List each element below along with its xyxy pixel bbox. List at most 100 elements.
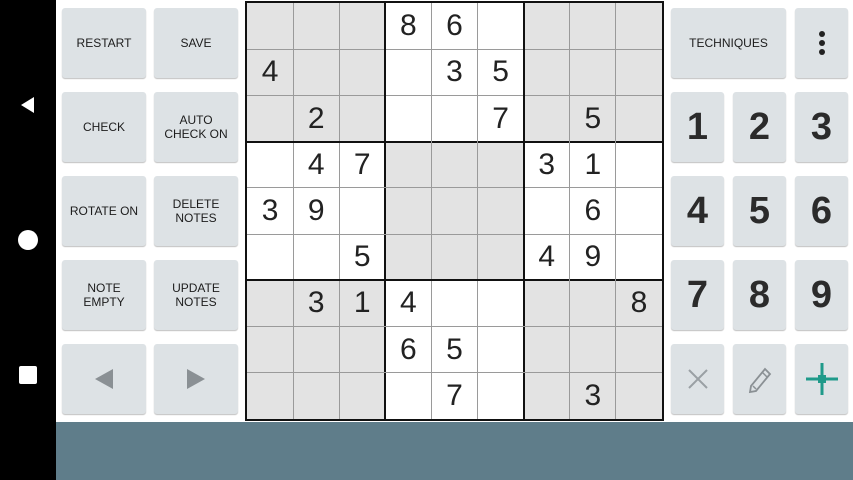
menu-button[interactable]: [795, 8, 848, 78]
sudoku-cell[interactable]: [385, 141, 432, 188]
sudoku-cell[interactable]: [615, 141, 662, 188]
number-button-9[interactable]: 9: [795, 260, 848, 330]
sudoku-cell[interactable]: [523, 280, 570, 327]
sudoku-cell[interactable]: [615, 49, 662, 96]
sudoku-cell[interactable]: 9: [293, 187, 340, 235]
sudoku-cell[interactable]: [523, 187, 570, 235]
sudoku-cell[interactable]: 6: [569, 187, 616, 235]
sudoku-cell[interactable]: [477, 326, 524, 373]
sudoku-cell[interactable]: 8: [385, 3, 432, 50]
note-empty-button[interactable]: NOTE EMPTY: [62, 260, 146, 330]
sudoku-cell[interactable]: [293, 3, 340, 50]
sudoku-cell[interactable]: [247, 234, 294, 281]
sudoku-cell[interactable]: 3: [523, 141, 570, 188]
sudoku-cell[interactable]: [523, 49, 570, 96]
sudoku-cell[interactable]: [569, 49, 616, 96]
number-button-5[interactable]: 5: [733, 176, 786, 246]
previous-button[interactable]: [62, 344, 146, 414]
sudoku-cell[interactable]: [339, 49, 386, 96]
sudoku-cell[interactable]: 3: [247, 187, 294, 235]
number-button-1[interactable]: 1: [671, 92, 724, 162]
back-icon[interactable]: [0, 77, 56, 133]
update-notes-button[interactable]: UPDATE NOTES: [154, 260, 238, 330]
sudoku-cell[interactable]: [247, 3, 294, 50]
number-button-2[interactable]: 2: [733, 92, 786, 162]
delete-notes-button[interactable]: DELETE NOTES: [154, 176, 238, 246]
sudoku-cell[interactable]: 4: [385, 280, 432, 327]
sudoku-cell[interactable]: 4: [523, 234, 570, 281]
sudoku-cell[interactable]: [431, 141, 478, 188]
sudoku-cell[interactable]: [477, 141, 524, 188]
sudoku-cell[interactable]: [477, 187, 524, 235]
sudoku-cell[interactable]: [339, 95, 386, 142]
sudoku-cell[interactable]: [523, 95, 570, 142]
save-button[interactable]: SAVE: [154, 8, 238, 78]
restart-button[interactable]: RESTART: [62, 8, 146, 78]
sudoku-cell[interactable]: [431, 187, 478, 235]
sudoku-cell[interactable]: [615, 372, 662, 419]
sudoku-cell[interactable]: [523, 3, 570, 50]
sudoku-cell[interactable]: [385, 234, 432, 281]
auto-check-button[interactable]: AUTO CHECK ON: [154, 92, 238, 162]
sudoku-cell[interactable]: 4: [293, 141, 340, 188]
sudoku-cell[interactable]: [385, 372, 432, 419]
sudoku-cell[interactable]: [477, 3, 524, 50]
sudoku-cell[interactable]: [569, 326, 616, 373]
sudoku-cell[interactable]: [293, 326, 340, 373]
sudoku-cell[interactable]: 3: [293, 280, 340, 327]
sudoku-cell[interactable]: [385, 49, 432, 96]
sudoku-cell[interactable]: [431, 95, 478, 142]
sudoku-cell[interactable]: [339, 3, 386, 50]
number-button-4[interactable]: 4: [671, 176, 724, 246]
sudoku-cell[interactable]: [385, 95, 432, 142]
sudoku-cell[interactable]: 5: [339, 234, 386, 281]
recents-icon[interactable]: [0, 347, 56, 403]
erase-button[interactable]: [671, 344, 724, 414]
sudoku-cell[interactable]: 3: [569, 372, 616, 419]
sudoku-cell[interactable]: 7: [431, 372, 478, 419]
sudoku-cell[interactable]: 3: [431, 49, 478, 96]
sudoku-cell[interactable]: [431, 234, 478, 281]
sudoku-cell[interactable]: [615, 326, 662, 373]
check-button[interactable]: CHECK: [62, 92, 146, 162]
sudoku-cell[interactable]: 4: [247, 49, 294, 96]
sudoku-cell[interactable]: 6: [431, 3, 478, 50]
number-button-6[interactable]: 6: [795, 176, 848, 246]
sudoku-cell[interactable]: [339, 187, 386, 235]
sudoku-cell[interactable]: [615, 95, 662, 142]
pencil-button[interactable]: [733, 344, 786, 414]
hint-button[interactable]: [795, 344, 848, 414]
sudoku-cell[interactable]: 6: [385, 326, 432, 373]
sudoku-cell[interactable]: [339, 326, 386, 373]
sudoku-cell[interactable]: 7: [477, 95, 524, 142]
sudoku-cell[interactable]: [477, 234, 524, 281]
sudoku-cell[interactable]: 1: [339, 280, 386, 327]
number-button-8[interactable]: 8: [733, 260, 786, 330]
sudoku-cell[interactable]: [293, 234, 340, 281]
sudoku-cell[interactable]: [339, 372, 386, 419]
sudoku-cell[interactable]: 2: [293, 95, 340, 142]
sudoku-cell[interactable]: 1: [569, 141, 616, 188]
sudoku-cell[interactable]: [293, 372, 340, 419]
sudoku-cell[interactable]: [385, 187, 432, 235]
sudoku-cell[interactable]: [431, 280, 478, 327]
techniques-button[interactable]: TECHNIQUES: [671, 8, 786, 78]
home-icon[interactable]: [0, 212, 56, 268]
next-button[interactable]: [154, 344, 238, 414]
sudoku-cell[interactable]: 5: [431, 326, 478, 373]
sudoku-cell[interactable]: [293, 49, 340, 96]
sudoku-cell[interactable]: [247, 326, 294, 373]
sudoku-cell[interactable]: [569, 280, 616, 327]
sudoku-cell[interactable]: [247, 95, 294, 142]
sudoku-cell[interactable]: [569, 3, 616, 50]
sudoku-cell[interactable]: [247, 280, 294, 327]
sudoku-cell[interactable]: [247, 372, 294, 419]
sudoku-cell[interactable]: [615, 234, 662, 281]
sudoku-cell[interactable]: [523, 326, 570, 373]
rotate-button[interactable]: ROTATE ON: [62, 176, 146, 246]
sudoku-cell[interactable]: [477, 372, 524, 419]
sudoku-cell[interactable]: 8: [615, 280, 662, 327]
number-button-7[interactable]: 7: [671, 260, 724, 330]
sudoku-cell[interactable]: 7: [339, 141, 386, 188]
sudoku-cell[interactable]: 9: [569, 234, 616, 281]
